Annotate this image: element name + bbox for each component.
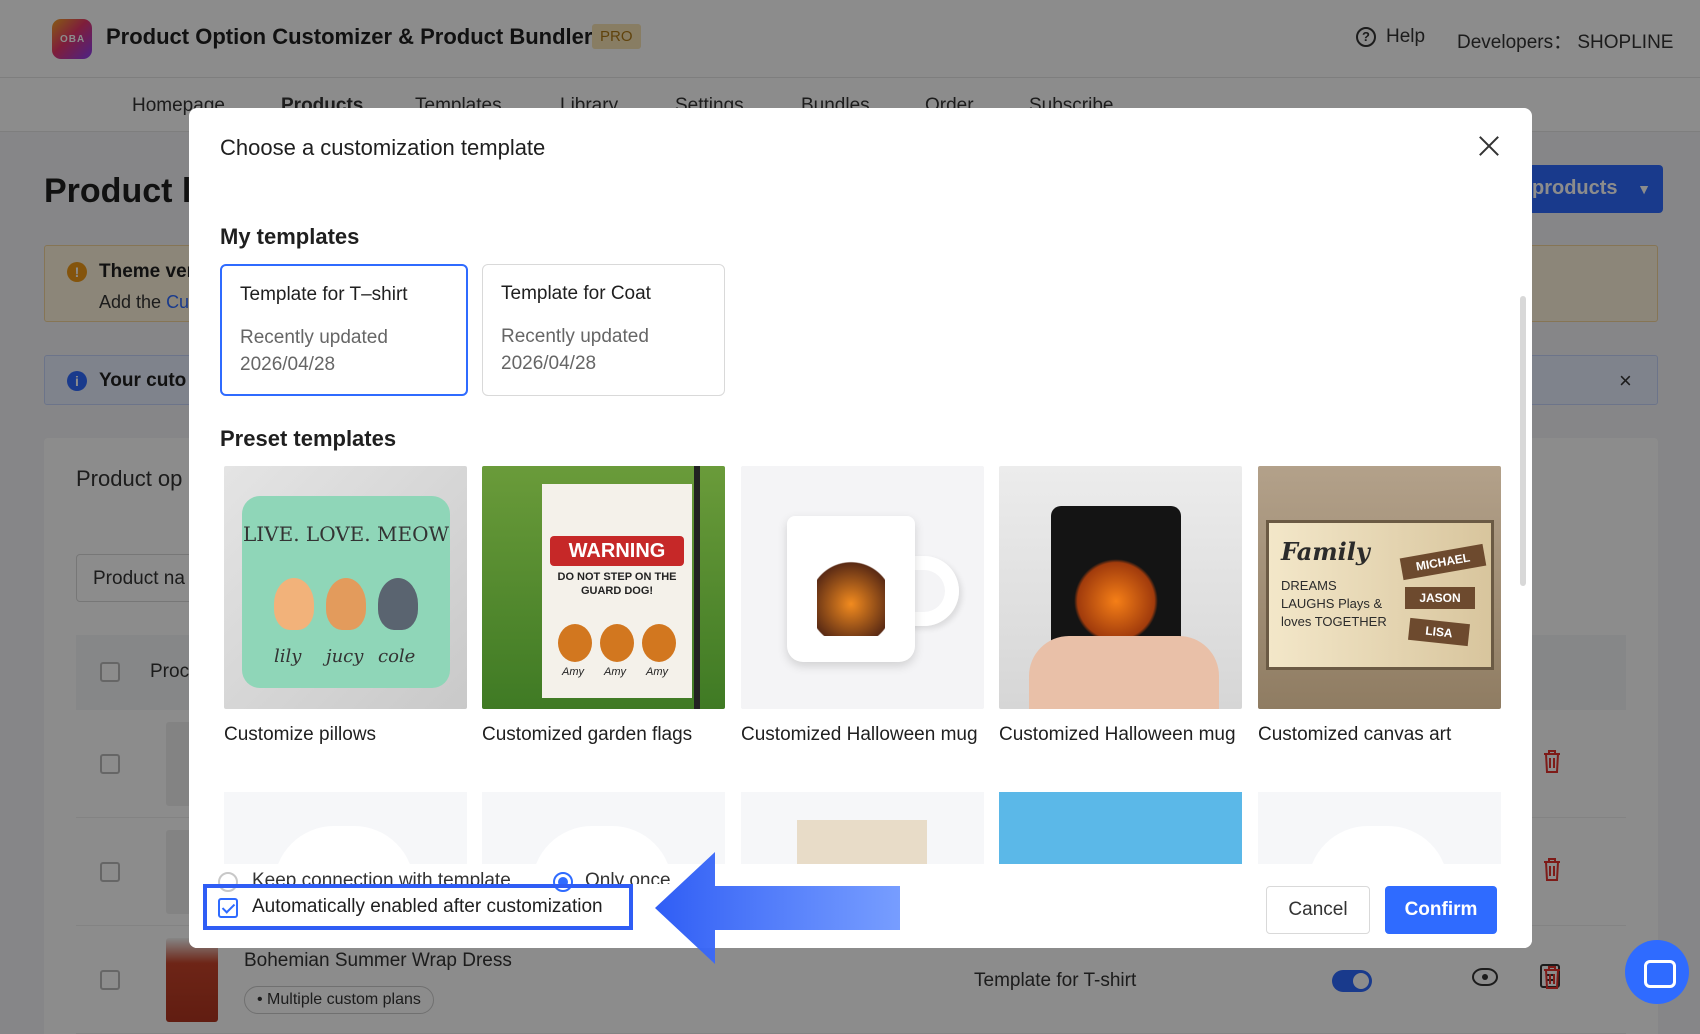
modal-scrollbar[interactable] xyxy=(1520,296,1526,586)
preset-label: Customized garden flags xyxy=(482,724,693,745)
preset-image: Family DREAMS LAUGHS Plays & loves TOGET… xyxy=(1258,466,1501,709)
keep-connection-label[interactable]: Keep connection with template xyxy=(252,870,511,884)
preset-garden-flags[interactable]: WARNING DO NOT STEP ON THE GUARD DOG! Am… xyxy=(482,466,725,748)
preset-pillows[interactable]: LIVE. LOVE. MEOW lily jucy cole Customiz… xyxy=(224,466,467,748)
template-card-coat[interactable]: Template for Coat Recently updated 2026/0… xyxy=(482,264,725,396)
preset-halloween-mug[interactable]: Customized Halloween mug xyxy=(741,466,984,748)
preset-halloween-mug-black[interactable]: Customized Halloween mug xyxy=(999,466,1242,748)
preset-image xyxy=(999,466,1242,709)
preset-label: Customized Halloween mug xyxy=(999,724,1236,745)
close-icon[interactable] xyxy=(1471,128,1507,164)
my-templates-heading: My templates xyxy=(220,224,360,249)
arrow-left-icon xyxy=(655,852,900,964)
preset-label: Customize pillows xyxy=(224,724,377,745)
chat-icon[interactable] xyxy=(1625,940,1689,1004)
preset-thumbnail[interactable] xyxy=(999,792,1242,872)
cancel-button[interactable]: Cancel xyxy=(1266,886,1370,934)
template-card-tshirt[interactable]: Template for T–shirt Recently updated 202… xyxy=(220,264,468,396)
preset-thumbnail[interactable] xyxy=(224,792,467,872)
highlight-box xyxy=(203,884,633,930)
preset-label: Customized canvas art xyxy=(1258,724,1452,745)
preset-image xyxy=(741,466,984,709)
choose-template-modal: Choose a customization template My templ… xyxy=(189,108,1532,948)
preset-image: LIVE. LOVE. MEOW lily jucy cole xyxy=(224,466,467,709)
preset-image: WARNING DO NOT STEP ON THE GUARD DOG! Am… xyxy=(482,466,725,709)
preset-canvas-art[interactable]: Family DREAMS LAUGHS Plays & loves TOGET… xyxy=(1258,466,1501,748)
modal-title: Choose a customization template xyxy=(220,135,546,160)
preset-label: Customized Halloween mug xyxy=(741,724,978,745)
preset-thumbnail[interactable] xyxy=(1258,792,1501,872)
preset-templates-heading: Preset templates xyxy=(220,426,397,451)
confirm-button[interactable]: Confirm xyxy=(1385,886,1497,934)
